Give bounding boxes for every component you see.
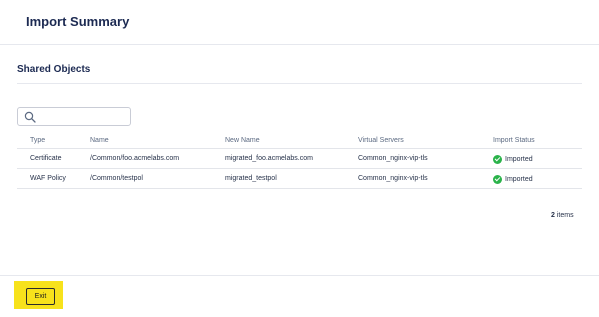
search-icon xyxy=(24,111,36,123)
table-row[interactable]: Certificate /Common/foo.acmelabs.com mig… xyxy=(17,149,582,169)
cell-type: Certificate xyxy=(30,155,62,162)
section-title: Shared Objects xyxy=(17,64,91,75)
item-count-unit: items xyxy=(556,212,574,219)
cell-virtual-servers: Common_nginx-vip-tls xyxy=(358,175,428,182)
exit-button[interactable]: Exit xyxy=(26,288,55,305)
search-box[interactable] xyxy=(17,107,131,126)
page-header: Import Summary xyxy=(0,0,599,45)
page-title: Import Summary xyxy=(26,14,130,29)
cell-new-name: migrated_foo.acmelabs.com xyxy=(225,155,313,162)
item-count: 2 items xyxy=(551,212,574,219)
table-row[interactable]: WAF Policy /Common/testpol migrated_test… xyxy=(17,169,582,189)
search-input[interactable] xyxy=(38,110,128,124)
section-divider xyxy=(17,83,582,84)
status-text: Imported xyxy=(505,176,533,183)
check-circle-icon xyxy=(493,175,502,184)
item-count-number: 2 xyxy=(551,212,555,219)
column-header-new-name[interactable]: New Name xyxy=(225,137,260,144)
cell-import-status: Imported xyxy=(493,155,533,164)
cell-import-status: Imported xyxy=(493,175,533,184)
column-header-import-status[interactable]: Import Status xyxy=(493,137,535,144)
column-header-name[interactable]: Name xyxy=(90,137,109,144)
page-footer xyxy=(0,275,599,317)
import-summary-page: Import Summary Shared Objects Type Name … xyxy=(0,0,599,317)
cell-type: WAF Policy xyxy=(30,175,66,182)
cell-name: /Common/foo.acmelabs.com xyxy=(90,155,180,162)
table-header-row: Type Name New Name Virtual Servers Impor… xyxy=(17,132,582,149)
cell-virtual-servers: Common_nginx-vip-tls xyxy=(358,155,428,162)
cell-new-name: migrated_testpol xyxy=(225,175,277,182)
cell-name: /Common/testpol xyxy=(90,175,143,182)
column-header-type[interactable]: Type xyxy=(30,137,45,144)
status-text: Imported xyxy=(505,156,533,163)
column-header-virtual-servers[interactable]: Virtual Servers xyxy=(358,137,404,144)
check-circle-icon xyxy=(493,155,502,164)
shared-objects-table: Type Name New Name Virtual Servers Impor… xyxy=(17,132,582,189)
